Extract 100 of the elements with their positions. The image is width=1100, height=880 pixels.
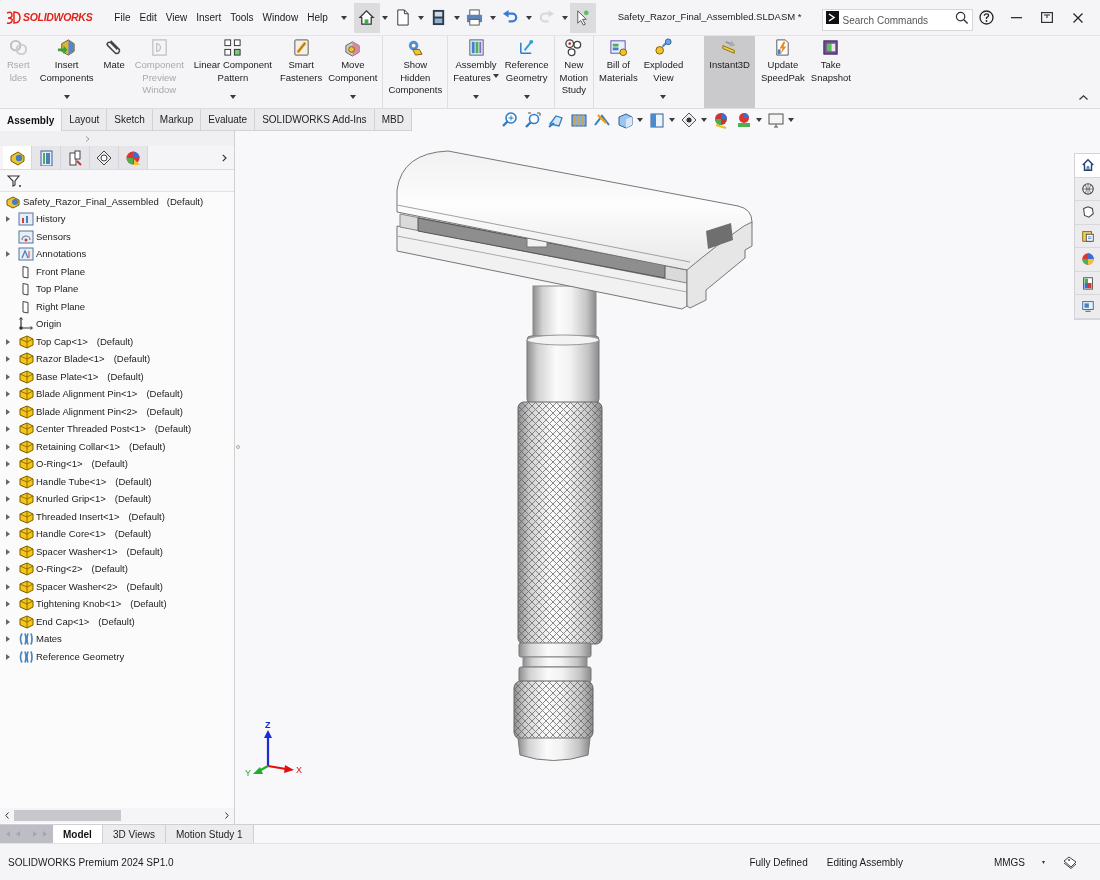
ribbon-button[interactable]: Reference Geometry [501,36,552,108]
tree-item-label[interactable]: History [36,212,66,227]
tree-item-label[interactable]: Center Threaded Post<1> [36,422,146,437]
expand-arrow-icon[interactable] [6,443,10,450]
tag-button[interactable] [1062,854,1078,870]
expand-arrow-icon[interactable] [6,338,10,345]
tree-item-label[interactable]: Spacer Washer<2> [36,579,118,594]
expand-arrow-icon[interactable] [6,548,10,555]
command-tab[interactable]: Sketch [107,109,153,131]
ribbon-button[interactable]: New Motion Study [556,36,592,108]
close-button[interactable] [1070,10,1085,25]
expand-arrow-icon[interactable] [6,636,10,643]
command-tab[interactable]: MBD [374,109,412,131]
menu-item[interactable]: Tools [230,10,254,25]
tree-item-label[interactable]: Front Plane [36,264,86,279]
tree-item-label[interactable]: Blade Alignment Pin<1> [36,387,138,402]
tree-item-label[interactable]: Top Cap<1> [36,334,88,349]
ribbon-button[interactable]: Linear Component Pattern [188,36,277,108]
expand-arrow-icon[interactable] [6,513,10,520]
expand-arrow-icon[interactable] [6,583,10,590]
menu-item[interactable]: Help [307,10,328,25]
scrollbar-thumb[interactable] [14,810,121,821]
ribbon-button[interactable]: Show Hidden Components [385,36,446,108]
tree-item-label[interactable]: Base Plate<1> [36,369,99,384]
panel-book-icon [466,38,486,57]
expand-arrow-icon[interactable] [6,653,10,660]
tree-item-label[interactable]: Tightening Knob<1> [36,597,122,612]
expand-arrow-icon[interactable] [6,373,10,380]
ribbon-button[interactable]: Take Snapshot [807,36,854,108]
tree-item-label[interactable]: End Cap<1> [36,614,90,629]
tree-item-label[interactable]: O-Ring<2> [36,562,83,577]
collapse-ribbon-button[interactable] [1078,93,1088,101]
expand-arrow-icon[interactable] [6,391,10,398]
ribbon-button[interactable]: Instant3D [704,36,755,108]
model-tab[interactable]: 3D Views [102,825,166,843]
tree-item-label[interactable]: Right Plane [36,299,86,314]
task-pane-tab[interactable] [1075,154,1100,178]
tree-item-label[interactable]: Annotations [36,247,87,262]
units-dropdown-button[interactable] [1040,858,1046,866]
command-tab[interactable]: Layout [62,109,108,131]
expand-arrow-icon[interactable] [6,461,10,468]
product-version: SOLIDWORKS Premium 2024 SP1.0 [8,855,174,870]
expand-arrow-icon[interactable] [6,408,10,415]
ribbon-button[interactable]: Mate [98,36,130,108]
tree-item-label[interactable]: Reference Geometry [36,649,125,664]
panel-tab[interactable] [3,146,32,169]
command-tab[interactable]: Markup [152,109,202,131]
panel-tab[interactable] [90,146,119,169]
restore-button[interactable] [1039,10,1054,25]
expand-arrow-icon[interactable] [6,566,10,573]
menu-item[interactable]: Edit [139,10,157,25]
menu-item[interactable]: Window [262,10,299,25]
model-tab[interactable]: Model [53,825,103,843]
model-tab[interactable]: Motion Study 1 [165,825,254,843]
command-tab[interactable]: Evaluate [201,109,256,131]
tree-item-label[interactable]: Knurled Grip<1> [36,492,106,507]
tree-item-label[interactable]: Sensors [36,229,71,244]
expand-arrow-icon[interactable] [6,601,10,608]
menu-item[interactable]: File [114,10,131,25]
tree-item-label[interactable]: Top Plane [36,282,79,297]
view-tool-button[interactable] [679,111,708,129]
tree-item-label[interactable]: Mates [36,632,62,647]
expand-arrow-icon[interactable] [6,531,10,538]
expand-arrow-icon[interactable] [6,618,10,625]
expand-arrow-icon[interactable] [6,356,10,363]
razor-model-drawing[interactable] [395,149,755,763]
ribbon-button[interactable]: Bill of Materials [596,36,641,108]
expand-arrow-icon[interactable] [6,426,10,433]
tree-item-label[interactable]: Handle Tube<1> [36,474,107,489]
view-tool-button[interactable] [615,111,644,129]
ribbon-button[interactable]: Exploded View [640,36,687,108]
search-field[interactable]: Search Commands [821,9,973,31]
configuration-icon [67,149,83,166]
ribbon-button[interactable]: Smart Fasteners [277,36,326,108]
tree-item-label[interactable]: Retaining Collar<1> [36,439,120,454]
menu-item[interactable]: Insert [196,10,222,25]
tree-item-label[interactable]: Blade Alignment Pin<2> [36,404,138,419]
tree-item-label[interactable]: Handle Core<1> [36,527,106,542]
expand-arrow-icon[interactable] [6,496,10,503]
ribbon-button[interactable]: Move Component [325,36,381,108]
expand-arrow-icon[interactable] [6,251,10,258]
shape-outline-icon [1080,205,1095,220]
panel-tab[interactable] [61,146,90,169]
tree-item-label[interactable]: Spacer Washer<1> [36,544,118,559]
tree-item-label[interactable]: Safety_Razor_Final_Assembled [23,194,159,209]
ribbon-button[interactable]: Update SpeedPak [757,36,808,108]
ribbon-button[interactable]: Insert Components [34,36,99,108]
help-button[interactable] [978,9,995,26]
tree-item-label[interactable]: Razor Blade<1> [36,352,105,367]
ribbon-button[interactable]: Assembly Features [450,36,502,108]
tree-item-label[interactable]: Origin [36,317,62,332]
expand-arrow-icon[interactable] [6,216,10,223]
expand-arrow-icon[interactable] [6,478,10,485]
filter-button[interactable] [6,172,22,189]
command-tab[interactable]: SOLIDWORKS Add-Ins [255,109,375,131]
unit-system-button[interactable]: MMGS [993,854,1025,870]
menu-item[interactable]: View [165,10,188,25]
tree-item-label[interactable]: O-Ring<1> [36,457,83,472]
quick-access-button[interactable] [353,2,380,33]
tree-item-label[interactable]: Threaded Insert<1> [36,509,120,524]
